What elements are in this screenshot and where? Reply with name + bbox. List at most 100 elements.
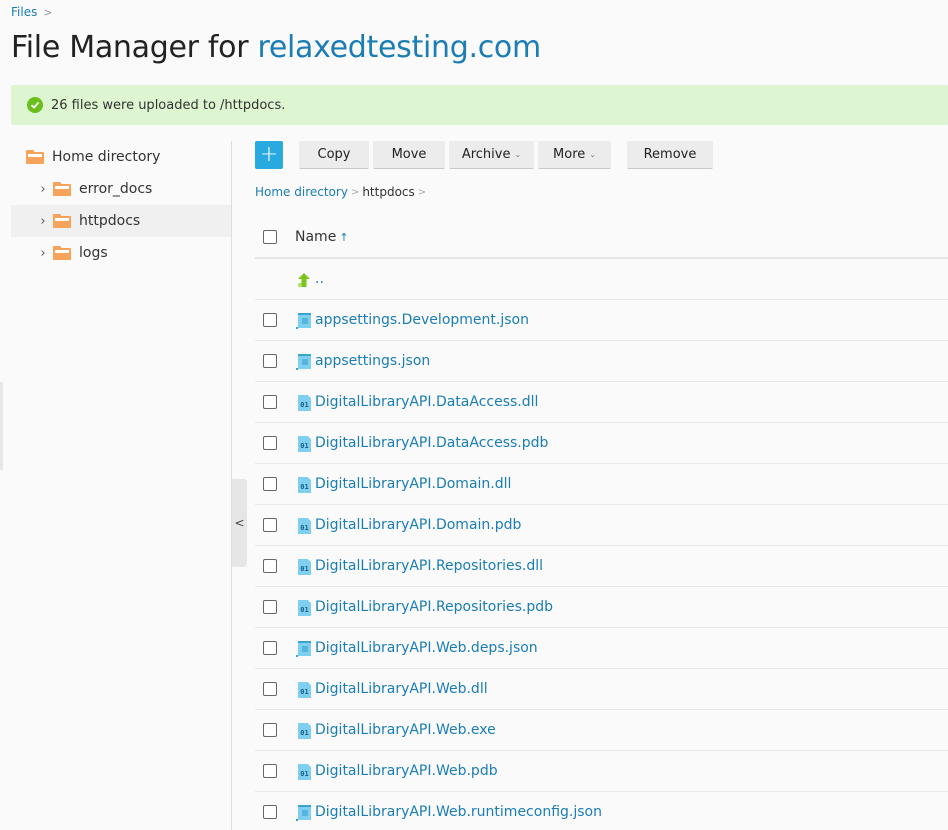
file-name-link[interactable]: DigitalLibraryAPI.DataAccess.pdb xyxy=(315,435,548,451)
archive-dropdown-button[interactable]: Archive ⌄ xyxy=(449,141,534,169)
file-checkbox[interactable] xyxy=(263,436,277,450)
file-name-link[interactable]: DigitalLibraryAPI.Domain.dll xyxy=(315,476,511,492)
file-name-link[interactable]: appsettings.json xyxy=(315,353,430,369)
binary-file-icon: 01 xyxy=(296,559,312,575)
tree-item-error-docs[interactable]: › error_docs xyxy=(11,173,231,205)
file-row[interactable]: 01 DigitalLibraryAPI.DataAccess.pdb xyxy=(255,423,948,464)
sort-ascending-icon: ↑ xyxy=(339,231,349,244)
tree-item-label: Home directory xyxy=(52,149,161,165)
file-name-link[interactable]: DigitalLibraryAPI.DataAccess.dll xyxy=(315,394,538,410)
select-all-checkbox[interactable] xyxy=(263,230,277,244)
json-file-icon xyxy=(296,354,312,370)
file-row[interactable]: appsettings.Development.json xyxy=(255,300,948,341)
file-row[interactable]: DigitalLibraryAPI.Web.runtimeconfig.json xyxy=(255,792,948,830)
parent-directory-link[interactable]: .. xyxy=(315,271,324,287)
file-checkbox[interactable] xyxy=(263,395,277,409)
breadcrumb-files-link[interactable]: Files xyxy=(11,5,37,19)
chevron-right-icon[interactable]: › xyxy=(36,182,50,197)
file-checkbox[interactable] xyxy=(263,559,277,573)
add-button[interactable]: + xyxy=(255,141,283,169)
chevron-right-icon[interactable]: › xyxy=(36,214,50,229)
tree-item-home-directory[interactable]: Home directory xyxy=(11,141,231,173)
file-row[interactable]: 01 DigitalLibraryAPI.Web.pdb xyxy=(255,751,948,792)
file-checkbox[interactable] xyxy=(263,477,277,491)
path-separator: > xyxy=(417,186,427,198)
file-list-header: Name ↑ xyxy=(255,217,948,259)
plus-icon: + xyxy=(259,142,279,167)
page-title-prefix: File Manager for xyxy=(11,30,258,65)
file-name-link[interactable]: DigitalLibraryAPI.Web.exe xyxy=(315,722,496,738)
json-file-icon xyxy=(296,805,312,821)
remove-button[interactable]: Remove xyxy=(627,141,713,169)
chevron-right-icon[interactable]: › xyxy=(36,246,50,261)
binary-file-icon: 01 xyxy=(296,723,312,739)
binary-file-icon: 01 xyxy=(296,477,312,493)
path-separator: > xyxy=(350,186,360,198)
copy-button-label: Copy xyxy=(317,147,351,162)
file-name-link[interactable]: DigitalLibraryAPI.Web.deps.json xyxy=(315,640,538,656)
json-file-icon xyxy=(296,313,312,329)
tree-item-label: error_docs xyxy=(79,181,153,197)
file-checkbox[interactable] xyxy=(263,682,277,696)
tree-item-label: httpdocs xyxy=(79,213,141,229)
upload-success-message: 26 files were uploaded to /httpdocs. xyxy=(11,85,948,125)
binary-file-icon: 01 xyxy=(296,518,312,534)
directory-tree: Home directory › error_docs › httpdocs ›… xyxy=(11,141,231,830)
name-column-label: Name xyxy=(295,229,337,245)
file-name-link[interactable]: DigitalLibraryAPI.Repositories.dll xyxy=(315,558,543,574)
up-arrow-icon xyxy=(296,272,312,288)
file-checkbox[interactable] xyxy=(263,641,277,655)
move-button-label: Move xyxy=(391,147,427,162)
parent-directory-row[interactable]: .. xyxy=(255,259,948,300)
tree-item-httpdocs[interactable]: › httpdocs xyxy=(11,205,231,237)
tree-item-logs[interactable]: › logs xyxy=(11,237,231,269)
binary-file-icon: 01 xyxy=(296,764,312,780)
file-checkbox[interactable] xyxy=(263,723,277,737)
file-name-link[interactable]: DigitalLibraryAPI.Repositories.pdb xyxy=(315,599,553,615)
file-row[interactable]: 01 DigitalLibraryAPI.Web.exe xyxy=(255,710,948,751)
folder-icon xyxy=(26,150,44,164)
name-column-header[interactable]: Name ↑ xyxy=(295,229,349,245)
file-row[interactable]: 01 DigitalLibraryAPI.DataAccess.dll xyxy=(255,382,948,423)
binary-file-icon: 01 xyxy=(296,600,312,616)
copy-button[interactable]: Copy xyxy=(299,141,369,169)
tree-item-label: logs xyxy=(79,245,108,261)
check-circle-icon xyxy=(27,97,43,113)
file-checkbox[interactable] xyxy=(263,600,277,614)
file-checkbox[interactable] xyxy=(263,764,277,778)
domain-link[interactable]: relaxedtesting.com xyxy=(257,30,541,65)
binary-file-icon: 01 xyxy=(296,436,312,452)
json-file-icon xyxy=(296,641,312,657)
file-row[interactable]: DigitalLibraryAPI.Web.deps.json xyxy=(255,628,948,669)
chevron-down-icon: ⌄ xyxy=(514,150,522,159)
file-checkbox[interactable] xyxy=(263,518,277,532)
breadcrumb-separator: > xyxy=(43,5,53,19)
binary-file-icon: 01 xyxy=(296,395,312,411)
collapse-sidebar-button[interactable]: < xyxy=(232,479,247,567)
file-checkbox[interactable] xyxy=(263,313,277,327)
more-button-label: More xyxy=(553,147,586,162)
file-row[interactable]: 01 DigitalLibraryAPI.Domain.pdb xyxy=(255,505,948,546)
message-text: 26 files were uploaded to /httpdocs. xyxy=(51,97,286,113)
file-name-link[interactable]: DigitalLibraryAPI.Domain.pdb xyxy=(315,517,521,533)
more-dropdown-button[interactable]: More ⌄ xyxy=(538,141,611,169)
file-name-link[interactable]: DigitalLibraryAPI.Web.runtimeconfig.json xyxy=(315,804,602,820)
file-row[interactable]: appsettings.json xyxy=(255,341,948,382)
file-row[interactable]: 01 DigitalLibraryAPI.Domain.dll xyxy=(255,464,948,505)
file-row[interactable]: 01 DigitalLibraryAPI.Repositories.pdb xyxy=(255,587,948,628)
file-name-link[interactable]: DigitalLibraryAPI.Web.dll xyxy=(315,681,488,697)
left-scroll-edge xyxy=(0,382,3,470)
file-checkbox[interactable] xyxy=(263,354,277,368)
file-row[interactable]: 01 DigitalLibraryAPI.Web.dll xyxy=(255,669,948,710)
file-name-link[interactable]: appsettings.Development.json xyxy=(315,312,529,328)
path-home-directory-link[interactable]: Home directory xyxy=(255,185,348,199)
archive-button-label: Archive xyxy=(461,147,511,162)
file-name-link[interactable]: DigitalLibraryAPI.Web.pdb xyxy=(315,763,498,779)
file-checkbox[interactable] xyxy=(263,805,277,819)
path-current-directory: httpdocs xyxy=(362,185,415,199)
chevron-left-icon: < xyxy=(234,516,245,530)
file-row[interactable]: 01 DigitalLibraryAPI.Repositories.dll xyxy=(255,546,948,587)
remove-button-label: Remove xyxy=(643,147,697,162)
folder-icon xyxy=(53,182,71,196)
move-button[interactable]: Move xyxy=(373,141,445,169)
